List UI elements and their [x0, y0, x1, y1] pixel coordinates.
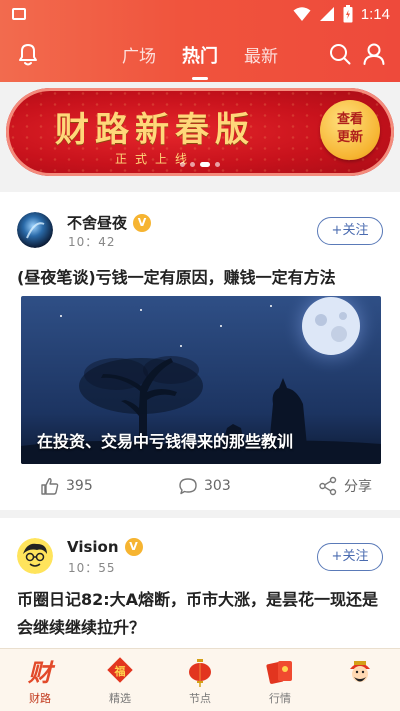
cai-icon: 财 [24, 657, 56, 687]
share-icon [319, 476, 337, 496]
author-name-text: 不舍昼夜 [67, 214, 128, 232]
post-title[interactable]: 币圈日记82:大A熔断，币市大涨，是昙花一现还是会继续继续拉升？ [17, 586, 383, 642]
carousel-dot [215, 162, 220, 167]
wifi-icon [293, 7, 311, 21]
svg-text:财: 财 [27, 658, 56, 687]
tab-latest[interactable]: 最新 [244, 42, 278, 80]
bottom-nav-label: 行情 [269, 692, 291, 705]
comment-count: 303 [204, 478, 231, 494]
bottom-nav-label: 精选 [109, 692, 131, 705]
post-time: 10：55 [68, 561, 116, 575]
avatar[interactable] [17, 538, 53, 574]
author-name[interactable]: Vision V [67, 538, 143, 556]
bottom-nav: 财 财路 福 精选 节点 行情 [0, 648, 400, 711]
banner-carousel[interactable]: 财路新春版 正式上线 查看 更新 [0, 82, 400, 190]
author-name-text: Vision [67, 538, 119, 556]
lantern-icon [184, 657, 216, 687]
signal-icon [319, 7, 334, 21]
gallery-notification-icon [12, 8, 26, 20]
top-nav: 广场 热门 最新 [0, 30, 400, 82]
bottom-nav-item-featured[interactable]: 福 精选 [80, 649, 160, 711]
follow-button[interactable]: +关注 [317, 543, 383, 571]
tab-plaza[interactable]: 广场 [122, 42, 156, 80]
bottom-nav-label: 财路 [29, 692, 51, 705]
status-time: 1:14 [360, 5, 390, 23]
share-button[interactable]: 分享 [318, 476, 372, 496]
check-update-button[interactable]: 查看 更新 [320, 100, 380, 160]
carousel-dot [190, 162, 195, 167]
battery-icon [343, 5, 353, 23]
avatar[interactable] [17, 212, 53, 248]
app-screen: 1:14 广场 热门 最新 财路新春版 正式上线 查看 更新 不舍昼夜 V 10… [0, 0, 400, 711]
post-title[interactable]: (昼夜笔谈)亏钱一定有原因，赚钱一定有方法 [17, 264, 383, 292]
share-label: 分享 [344, 479, 372, 495]
banner-title: 财路新春版 [55, 110, 255, 150]
bottom-nav-item-market[interactable]: 行情 [240, 649, 320, 711]
bottom-nav-item-nodes[interactable]: 节点 [160, 649, 240, 711]
post-actions: 395 303 分享 [0, 476, 400, 500]
verified-badge-icon: V [124, 538, 143, 556]
fu-icon: 福 [104, 657, 136, 687]
author-name[interactable]: 不舍昼夜 V [67, 212, 152, 233]
carousel-dot-active [200, 162, 210, 167]
feed-post[interactable]: Vision V 10：55 +关注 币圈日记82:大A熔断，币市大涨，是昙花一… [0, 518, 400, 648]
comment-icon [179, 478, 197, 495]
bottom-nav-label: 节点 [189, 692, 211, 705]
feed-post[interactable]: 不舍昼夜 V 10：42 +关注 (昼夜笔谈)亏钱一定有原因，赚钱一定有方法 在… [0, 192, 400, 510]
avatar-image [17, 538, 53, 574]
bottom-nav-item-cailu[interactable]: 财 财路 [0, 649, 80, 711]
user-icon[interactable] [360, 40, 388, 68]
bottom-nav-item-profile[interactable] [320, 649, 400, 711]
fortune-god-icon [344, 657, 376, 687]
status-icons: 1:14 [293, 5, 390, 23]
post-time: 10：42 [68, 235, 116, 249]
red-envelope-icon [264, 657, 296, 687]
like-count: 395 [66, 478, 93, 494]
carousel-dot [180, 162, 185, 167]
comment-button[interactable]: 303 [178, 476, 231, 496]
tab-hot[interactable]: 热门 [182, 42, 218, 80]
post-image[interactable]: 在投资、交易中亏钱得来的那些教训 [21, 296, 381, 464]
thumbs-up-icon [41, 478, 59, 495]
follow-button[interactable]: +关注 [317, 217, 383, 245]
header: 1:14 广场 热门 最新 [0, 0, 400, 82]
verified-badge-icon: V [133, 213, 152, 232]
avatar-image [17, 212, 53, 248]
search-icon[interactable] [326, 40, 354, 68]
status-bar: 1:14 [0, 0, 400, 30]
svg-text:福: 福 [114, 664, 126, 678]
like-button[interactable]: 395 [40, 476, 93, 496]
check-update-line1: 查看 [336, 112, 363, 127]
check-update-line2: 更新 [336, 130, 363, 145]
carousel-indicator [0, 162, 400, 167]
post-image-caption: 在投资、交易中亏钱得来的那些教训 [37, 432, 294, 451]
